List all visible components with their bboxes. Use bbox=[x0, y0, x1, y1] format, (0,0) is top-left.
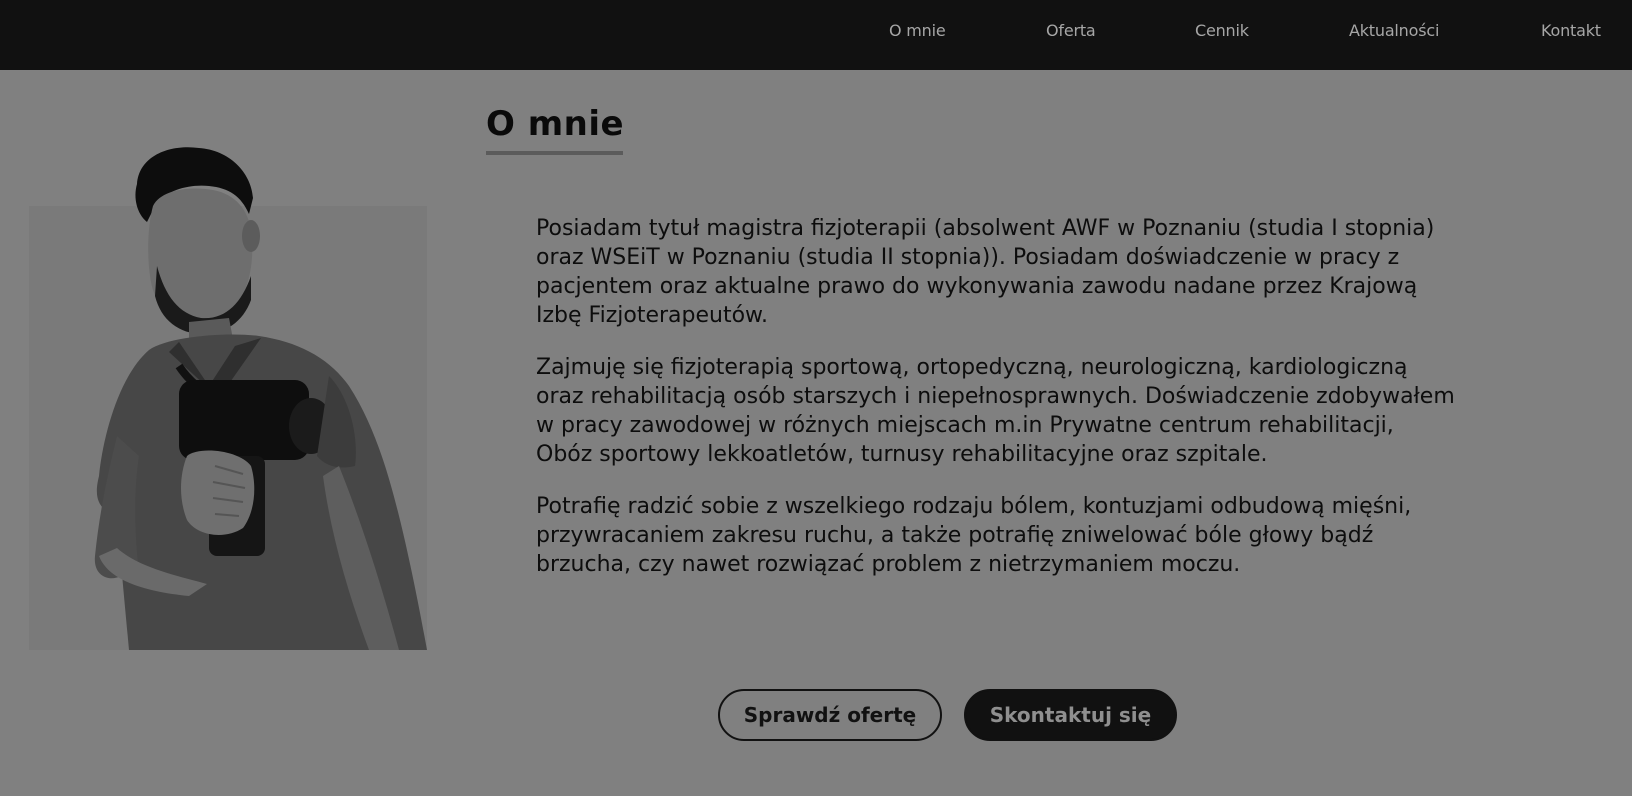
portrait-photo bbox=[29, 136, 427, 650]
about-paragraph-1: Posiadam tytuł magistra fizjoterapii (ab… bbox=[536, 216, 1435, 328]
check-offer-button[interactable]: Sprawdź ofertę bbox=[718, 689, 942, 741]
top-navigation-bar: O mnie Oferta Cennik Aktualności Kontakt bbox=[0, 0, 1632, 70]
nav-item-kontakt[interactable]: Kontakt bbox=[1541, 21, 1601, 40]
about-content: Posiadam tytuł magistra fizjoterapii (ab… bbox=[536, 214, 1456, 602]
person-illustration bbox=[94, 147, 427, 650]
nav-item-aktualnosci[interactable]: Aktualności bbox=[1349, 21, 1439, 40]
contact-button[interactable]: Skontaktuj się bbox=[964, 689, 1177, 741]
nav-item-cennik[interactable]: Cennik bbox=[1195, 21, 1249, 40]
nav-item-oferta[interactable]: Oferta bbox=[1046, 21, 1096, 40]
nav-item-o-mnie[interactable]: O mnie bbox=[889, 21, 946, 40]
title-underline bbox=[486, 151, 623, 155]
page-title: O mnie bbox=[486, 104, 625, 144]
about-paragraph-2: Zajmuję się fizjoterapią sportową, ortop… bbox=[536, 355, 1455, 467]
main-nav: O mnie Oferta Cennik Aktualności Kontakt bbox=[0, 0, 1632, 60]
about-paragraph-3: Potrafię radzić sobie z wszelkiego rodza… bbox=[536, 494, 1412, 577]
